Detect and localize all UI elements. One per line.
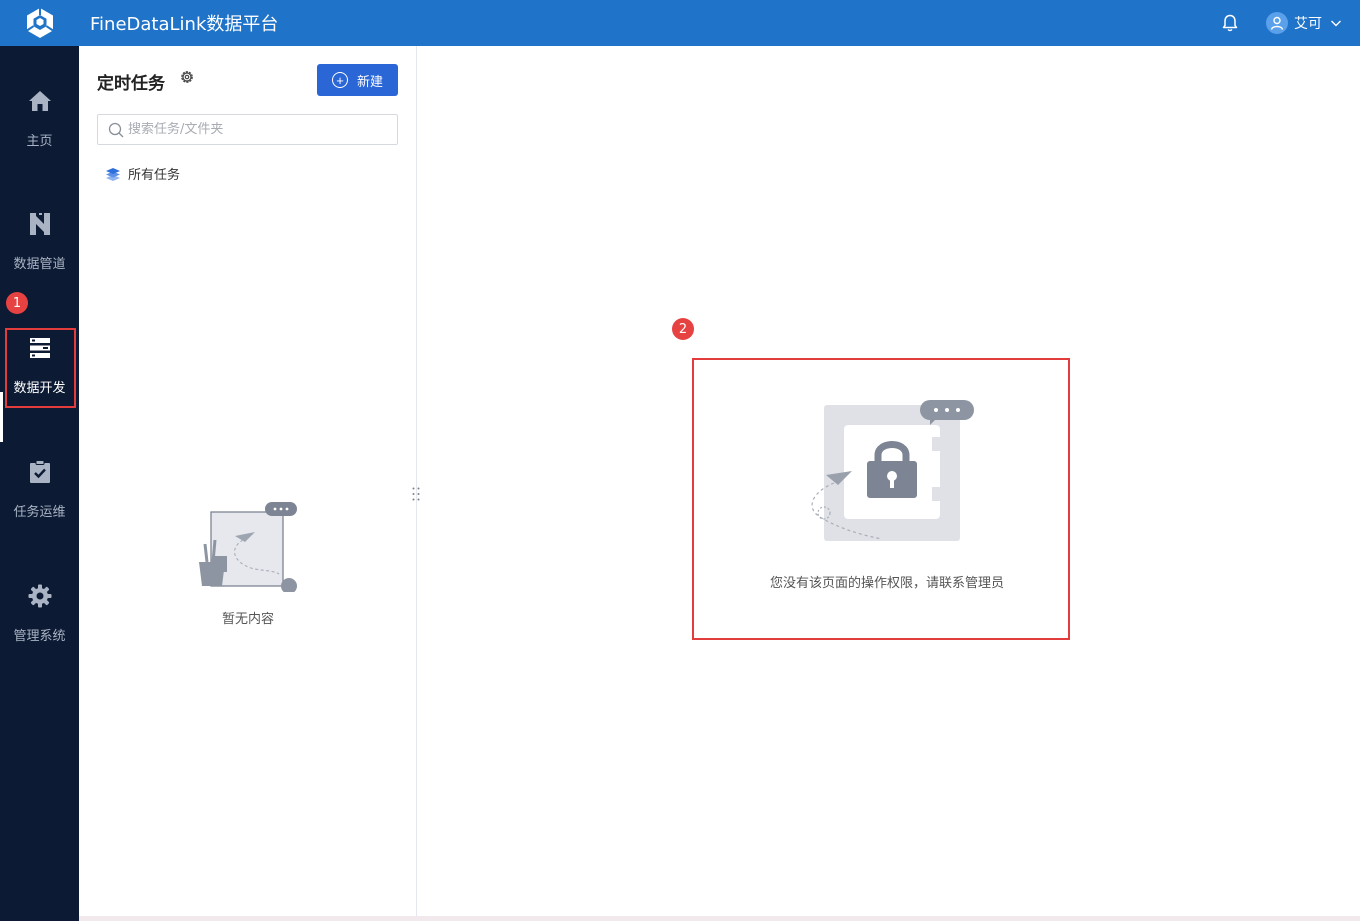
search-icon [108,122,124,137]
empty-content-illustration [199,502,297,592]
nav-item-home[interactable]: 主页 [0,88,79,168]
new-task-button[interactable]: + 新建 [317,64,398,96]
nav-label: 管理系统 [13,629,66,644]
panel-title: 定时任务 [97,74,165,94]
top-bar: FineDataLink数据平台 艾可 [0,0,1360,46]
no-permission-text: 您没有该页面的操作权限，请联系管理员 [769,576,1004,591]
settings-icon[interactable] [179,69,195,85]
top-right-tools: 艾可 [1220,0,1342,46]
app-logo-icon[interactable] [0,0,79,46]
step-badge-1: 1 [6,292,28,314]
home-icon [27,88,53,114]
search-box[interactable] [97,114,398,145]
nav-label: 任务运维 [13,505,66,520]
lock-illustration [811,400,974,541]
nav-item-task-ops[interactable]: 任务运维 [0,459,79,539]
clipboard-check-icon [27,459,53,485]
nav-item-admin[interactable]: 管理系统 [0,583,79,663]
user-menu[interactable]: 艾可 [1266,12,1342,34]
pipeline-icon [27,211,53,237]
bottom-scroll-strip [79,916,1360,921]
user-avatar-icon [1266,12,1288,34]
gear-icon [27,583,53,609]
task-panel: 定时任务 + 新建 所有任务 暂无内容 [79,46,417,921]
all-tasks-label: 所有任务 [128,168,181,183]
new-button-label: 新建 [356,73,383,89]
search-input[interactable] [128,122,378,137]
layers-icon [106,167,120,181]
user-name: 艾可 [1294,16,1322,32]
tree-item-all-tasks[interactable]: 所有任务 [105,164,180,183]
step-badge-2: 2 [672,318,694,340]
left-nav: 主页 数据管道 1 数据开发 任务运维 管理系统 [0,46,79,921]
bell-icon[interactable] [1220,13,1240,33]
nav-label: 数据管道 [13,257,66,272]
highlight-box-nav [5,328,76,408]
plus-circle-icon: + [331,72,348,88]
nav-item-pipeline[interactable]: 数据管道 [0,211,79,291]
app-title: FineDataLink数据平台 [90,14,279,35]
empty-state-text: 暂无内容 [221,612,274,627]
nav-label: 主页 [26,134,53,149]
chevron-down-icon [1331,20,1341,27]
